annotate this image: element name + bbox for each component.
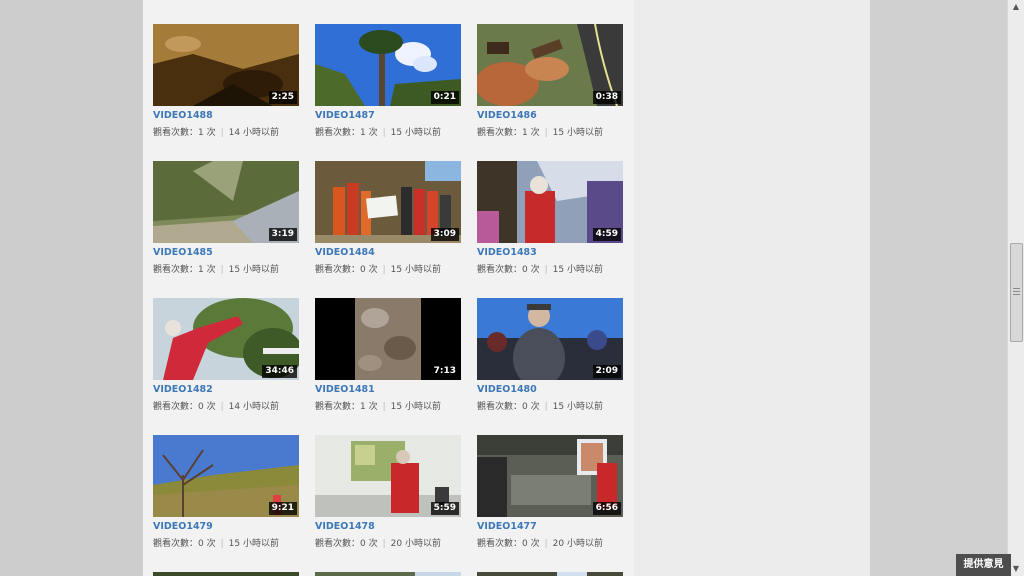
video-meta: 觀看次數：0 次 | 15 小時以前	[477, 402, 603, 412]
vertical-scrollbar[interactable]: ▲ ▼	[1007, 0, 1024, 576]
scroll-up-icon[interactable]: ▲	[1008, 0, 1024, 14]
video-card[interactable]: 2:09 VIDEO1480 觀看次數：0 次 | 15 小時以前	[477, 298, 625, 423]
video-meta: 觀看次數：0 次 | 20 小時以前	[477, 539, 603, 549]
video-title-link[interactable]: VIDEO1487	[315, 110, 375, 121]
video-thumbnail[interactable]: 34:46	[153, 298, 299, 380]
video-thumbnail[interactable]: 2:09	[477, 298, 623, 380]
view-count: 觀看次數：1 次	[315, 128, 378, 138]
video-thumbnail[interactable]: 2:25	[153, 24, 299, 106]
video-card[interactable]: 5:59 VIDEO1478 觀看次數：0 次 | 20 小時以前	[315, 435, 463, 560]
video-title-link[interactable]: VIDEO1488	[153, 110, 213, 121]
video-title-link[interactable]: VIDEO1481	[315, 384, 375, 395]
grip-line	[1013, 288, 1020, 289]
view-count: 觀看次數：1 次	[315, 402, 378, 412]
video-meta: 觀看次數：1 次 | 15 小時以前	[153, 265, 279, 275]
video-card[interactable]: 0:21 VIDEO1487 觀看次數：1 次 | 15 小時以前	[315, 24, 463, 149]
upload-time: 15 小時以前	[552, 402, 603, 412]
duration-badge: 6:56	[592, 502, 621, 515]
video-thumbnail[interactable]	[477, 572, 623, 576]
video-thumbnail[interactable]: 4:59	[477, 161, 623, 243]
grip-line	[1013, 294, 1020, 295]
video-meta: 觀看次數：1 次 | 15 小時以前	[477, 128, 603, 138]
upload-time: 20 小時以前	[390, 539, 441, 549]
video-thumbnail[interactable]: 0:38	[477, 24, 623, 106]
video-thumbnail[interactable]: 0:21	[315, 24, 461, 106]
right-side-panel	[634, 0, 870, 576]
duration-badge: 2:09	[592, 365, 621, 378]
duration-badge: 5:59	[430, 502, 459, 515]
duration-badge: 2:25	[268, 91, 297, 104]
video-card[interactable]: 2:25 VIDEO1488 觀看次數：1 次 | 14 小時以前	[153, 24, 301, 149]
video-card[interactable]: 9:21 VIDEO1479 觀看次數：0 次 | 15 小時以前	[153, 435, 301, 560]
view-count: 觀看次數：1 次	[477, 128, 540, 138]
view-count: 觀看次數：1 次	[153, 128, 216, 138]
video-title-link[interactable]: VIDEO1484	[315, 247, 375, 258]
video-meta: 觀看次數：0 次 | 15 小時以前	[153, 539, 279, 549]
feedback-button[interactable]: 提供意見	[956, 554, 1011, 576]
upload-time: 15 小時以前	[552, 128, 603, 138]
video-thumbnail[interactable]: 7:13	[315, 298, 461, 380]
video-title-link[interactable]: VIDEO1478	[315, 521, 375, 532]
duration-badge: 9:21	[268, 502, 297, 515]
video-title-link[interactable]: VIDEO1479	[153, 521, 213, 532]
video-card[interactable]: 0:38 VIDEO1486 觀看次數：1 次 | 15 小時以前	[477, 24, 625, 149]
video-list-panel: 2:25 VIDEO1488 觀看次數：1 次 | 14 小時以前 0:21 VID…	[143, 0, 634, 576]
view-count: 觀看次數：0 次	[315, 265, 378, 275]
video-meta: 觀看次數：0 次 | 15 小時以前	[477, 265, 603, 275]
video-card[interactable]: 6:56 VIDEO1477 觀看次數：0 次 | 20 小時以前	[477, 435, 625, 560]
upload-time: 14 小時以前	[228, 402, 279, 412]
video-title-link[interactable]: VIDEO1480	[477, 384, 537, 395]
left-gutter	[0, 0, 143, 576]
video-card[interactable]: 3:09 VIDEO1484 觀看次數：0 次 | 15 小時以前	[315, 161, 463, 286]
video-thumbnail[interactable]: 6:56	[477, 435, 623, 517]
upload-time: 15 小時以前	[390, 265, 441, 275]
duration-badge: 3:19	[268, 228, 297, 241]
upload-time: 15 小時以前	[390, 402, 441, 412]
video-card[interactable]: 4:59 VIDEO1483 觀看次數：0 次 | 15 小時以前	[477, 161, 625, 286]
video-meta: 觀看次數：0 次 | 14 小時以前	[153, 402, 279, 412]
grip-line	[1013, 291, 1020, 292]
scrollbar-thumb[interactable]	[1010, 243, 1023, 342]
video-thumbnail[interactable]: 9:21	[153, 435, 299, 517]
view-count: 觀看次數：0 次	[315, 539, 378, 549]
video-title-link[interactable]: VIDEO1486	[477, 110, 537, 121]
view-count: 觀看次數：0 次	[153, 539, 216, 549]
duration-badge: 0:38	[592, 91, 621, 104]
duration-badge: 34:46	[262, 365, 297, 378]
view-count: 觀看次數：0 次	[477, 539, 540, 549]
video-card[interactable]: 7:13 VIDEO1481 觀看次數：1 次 | 15 小時以前	[315, 298, 463, 423]
video-meta: 觀看次數：1 次 | 14 小時以前	[153, 128, 279, 138]
upload-time: 15 小時以前	[390, 128, 441, 138]
duration-badge: 4:59	[592, 228, 621, 241]
video-title-link[interactable]: VIDEO1485	[153, 247, 213, 258]
view-count: 觀看次數：0 次	[477, 265, 540, 275]
video-thumbnail[interactable]	[315, 572, 461, 576]
page-margin	[870, 0, 1007, 576]
video-thumbnail[interactable]	[153, 572, 299, 576]
video-meta: 觀看次數：0 次 | 20 小時以前	[315, 539, 441, 549]
upload-time: 14 小時以前	[228, 128, 279, 138]
video-title-link[interactable]: VIDEO1483	[477, 247, 537, 258]
view-count: 觀看次數：0 次	[153, 402, 216, 412]
upload-time: 15 小時以前	[552, 265, 603, 275]
upload-time: 15 小時以前	[228, 539, 279, 549]
duration-badge: 3:09	[430, 228, 459, 241]
upload-time: 20 小時以前	[552, 539, 603, 549]
duration-badge: 0:21	[430, 91, 459, 104]
video-meta: 觀看次數：0 次 | 15 小時以前	[315, 265, 441, 275]
view-count: 觀看次數：0 次	[477, 402, 540, 412]
duration-badge: 7:13	[430, 365, 459, 378]
view-count: 觀看次數：1 次	[153, 265, 216, 275]
video-thumbnail[interactable]: 3:09	[315, 161, 461, 243]
video-card[interactable]: 34:46 VIDEO1482 觀看次數：0 次 | 14 小時以前	[153, 298, 301, 423]
video-meta: 觀看次數：1 次 | 15 小時以前	[315, 402, 441, 412]
video-meta: 觀看次數：1 次 | 15 小時以前	[315, 128, 441, 138]
video-title-link[interactable]: VIDEO1477	[477, 521, 537, 532]
video-card[interactable]: 3:19 VIDEO1485 觀看次數：1 次 | 15 小時以前	[153, 161, 301, 286]
upload-time: 15 小時以前	[228, 265, 279, 275]
video-title-link[interactable]: VIDEO1482	[153, 384, 213, 395]
video-thumbnail[interactable]: 3:19	[153, 161, 299, 243]
video-thumbnail[interactable]: 5:59	[315, 435, 461, 517]
